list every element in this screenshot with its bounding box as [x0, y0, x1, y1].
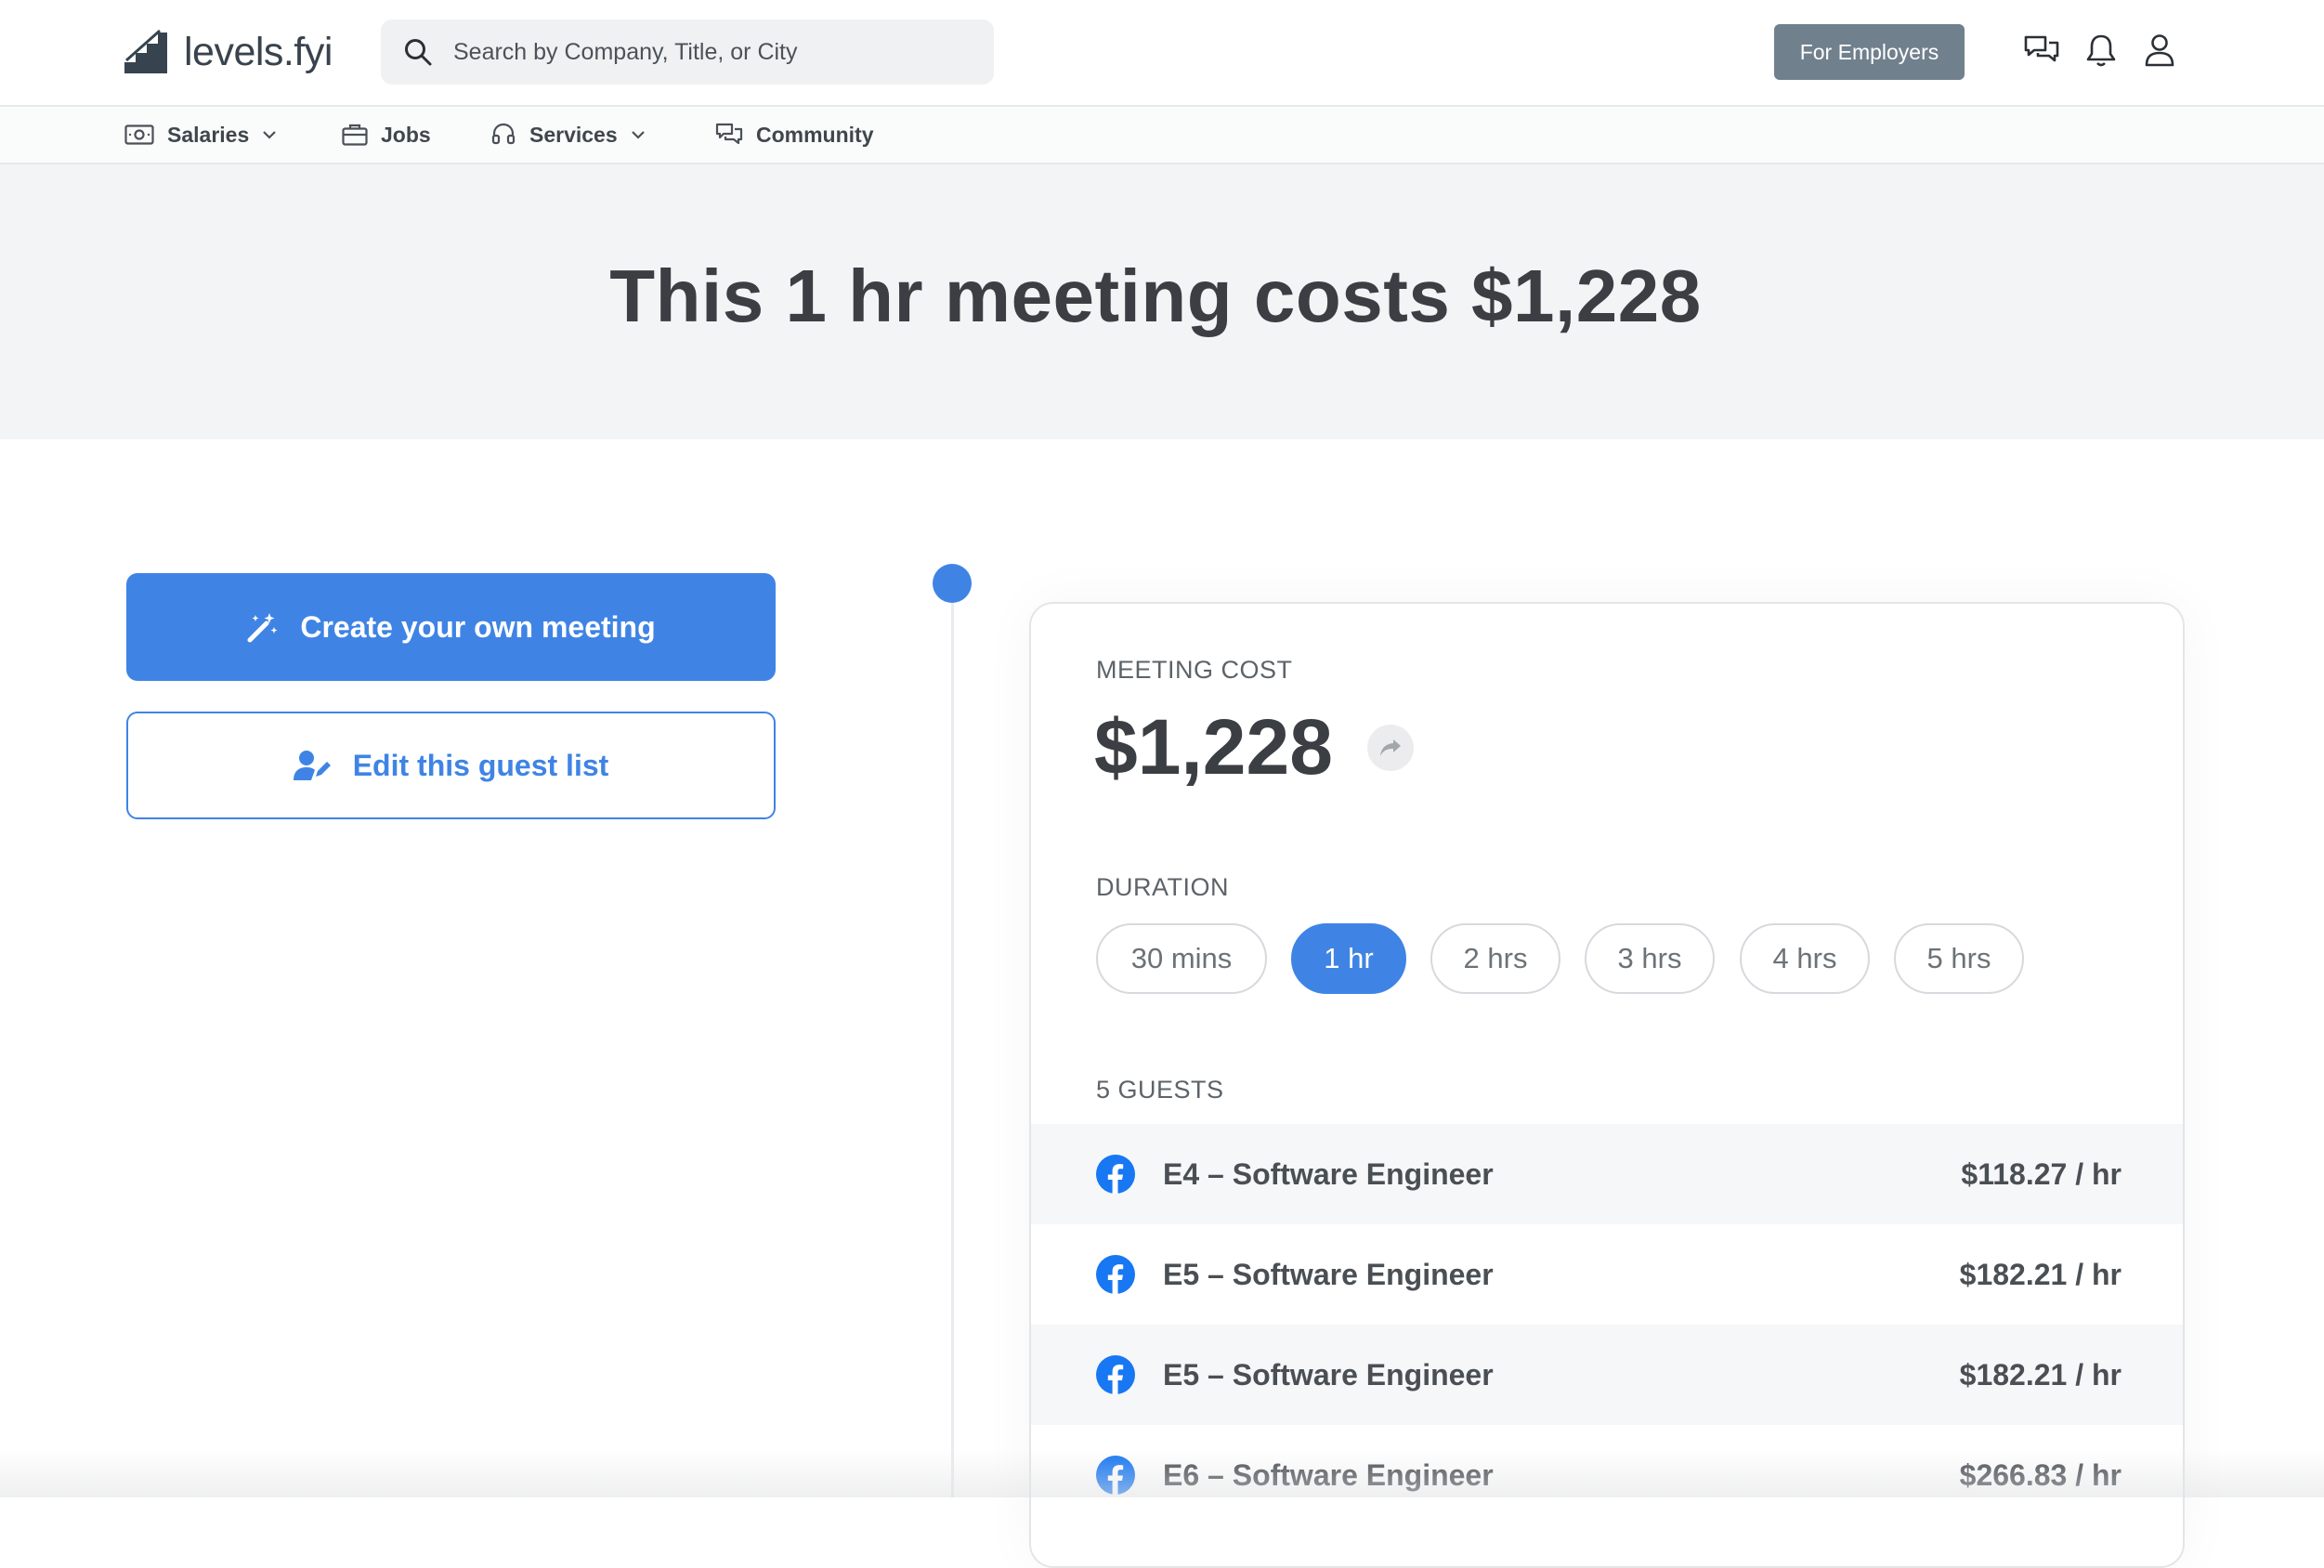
for-employers-button[interactable]: For Employers	[1774, 24, 1965, 80]
edit-guest-list-label: Edit this guest list	[352, 748, 609, 782]
meeting-cost-label: MEETING COST	[1096, 656, 1293, 684]
facebook-icon	[1096, 1155, 1135, 1194]
create-meeting-button[interactable]: Create your own meeting	[126, 573, 776, 681]
guest-title: E5 – Software Engineer	[1163, 1357, 1494, 1392]
staircase-logo-icon	[124, 29, 167, 73]
facebook-icon	[1096, 1456, 1135, 1495]
hero-banner: This 1 hr meeting costs $1,228	[0, 164, 2324, 439]
duration-option-5-hrs[interactable]: 5 hrs	[1894, 923, 2024, 994]
guest-row[interactable]: E4 – Software Engineer $118.27 / hr	[1031, 1124, 2183, 1224]
facebook-icon	[1096, 1255, 1135, 1294]
chat-icon[interactable]	[2021, 30, 2062, 71]
duration-option-1-hr[interactable]: 1 hr	[1291, 923, 1406, 994]
user-edit-icon	[293, 751, 331, 780]
top-header: levels.fyi For Employers	[0, 0, 2324, 107]
guest-row[interactable]: E6 – Software Engineer $266.83 / hr	[1031, 1425, 2183, 1525]
duration-option-2-hrs[interactable]: 2 hrs	[1430, 923, 1560, 994]
share-button[interactable]	[1367, 725, 1414, 771]
nav-label: Services	[529, 122, 618, 147]
guest-title: E5 – Software Engineer	[1163, 1257, 1494, 1291]
guest-title: E6 – Software Engineer	[1163, 1457, 1494, 1492]
share-icon	[1380, 739, 1401, 756]
logo-text: levels.fyi	[184, 29, 333, 74]
duration-label: DURATION	[1096, 873, 1229, 901]
nav-label: Community	[756, 122, 874, 147]
guest-rate: $182.21 / hr	[1959, 1357, 2122, 1392]
guest-title: E4 – Software Engineer	[1163, 1156, 1494, 1191]
chevron-down-icon	[631, 131, 645, 139]
search-bar[interactable]	[381, 20, 994, 85]
timeline-dot	[933, 564, 972, 603]
search-icon	[405, 39, 432, 66]
duration-option-30-mins[interactable]: 30 mins	[1096, 923, 1267, 994]
guest-row[interactable]: E5 – Software Engineer $182.21 / hr	[1031, 1325, 2183, 1425]
guest-row[interactable]: E5 – Software Engineer $182.21 / hr	[1031, 1224, 2183, 1325]
chevron-down-icon	[263, 131, 277, 139]
nav-item-community[interactable]: Community	[715, 107, 874, 163]
page-title: This 1 hr meeting costs $1,228	[609, 255, 1702, 337]
chat-icon	[715, 123, 743, 145]
duration-option-3-hrs[interactable]: 3 hrs	[1585, 923, 1715, 994]
meeting-card: MEETING COST $1,228 DURATION 30 mins 1 h…	[1029, 602, 2185, 1568]
create-meeting-label: Create your own meeting	[300, 609, 656, 644]
timeline-line	[951, 583, 954, 1497]
guests-count-label: 5 GUESTS	[1096, 1076, 1224, 1104]
nav-label: Salaries	[167, 122, 250, 147]
briefcase-icon	[342, 124, 368, 146]
money-icon	[124, 124, 154, 145]
duration-option-4-hrs[interactable]: 4 hrs	[1740, 923, 1870, 994]
edit-guest-list-button[interactable]: Edit this guest list	[126, 712, 776, 819]
meeting-cost-value: $1,228	[1094, 703, 1333, 791]
facebook-icon	[1096, 1355, 1135, 1394]
guest-rate: $266.83 / hr	[1959, 1457, 2122, 1492]
nav-label: Jobs	[381, 122, 431, 147]
bell-icon[interactable]	[2081, 30, 2122, 71]
nav-item-jobs[interactable]: Jobs	[342, 107, 431, 163]
headset-icon	[491, 123, 516, 145]
magic-wand-icon	[247, 613, 278, 643]
search-input[interactable]	[453, 24, 973, 80]
nav-item-services[interactable]: Services	[490, 107, 646, 163]
user-icon[interactable]	[2139, 30, 2180, 71]
nav-bar: Salaries Jobs Services Community	[0, 107, 2324, 164]
nav-item-salaries[interactable]: Salaries	[124, 107, 277, 163]
guest-rate: $118.27 / hr	[1961, 1156, 2122, 1191]
logo[interactable]: levels.fyi	[123, 26, 333, 78]
guest-rate: $182.21 / hr	[1959, 1257, 2122, 1291]
